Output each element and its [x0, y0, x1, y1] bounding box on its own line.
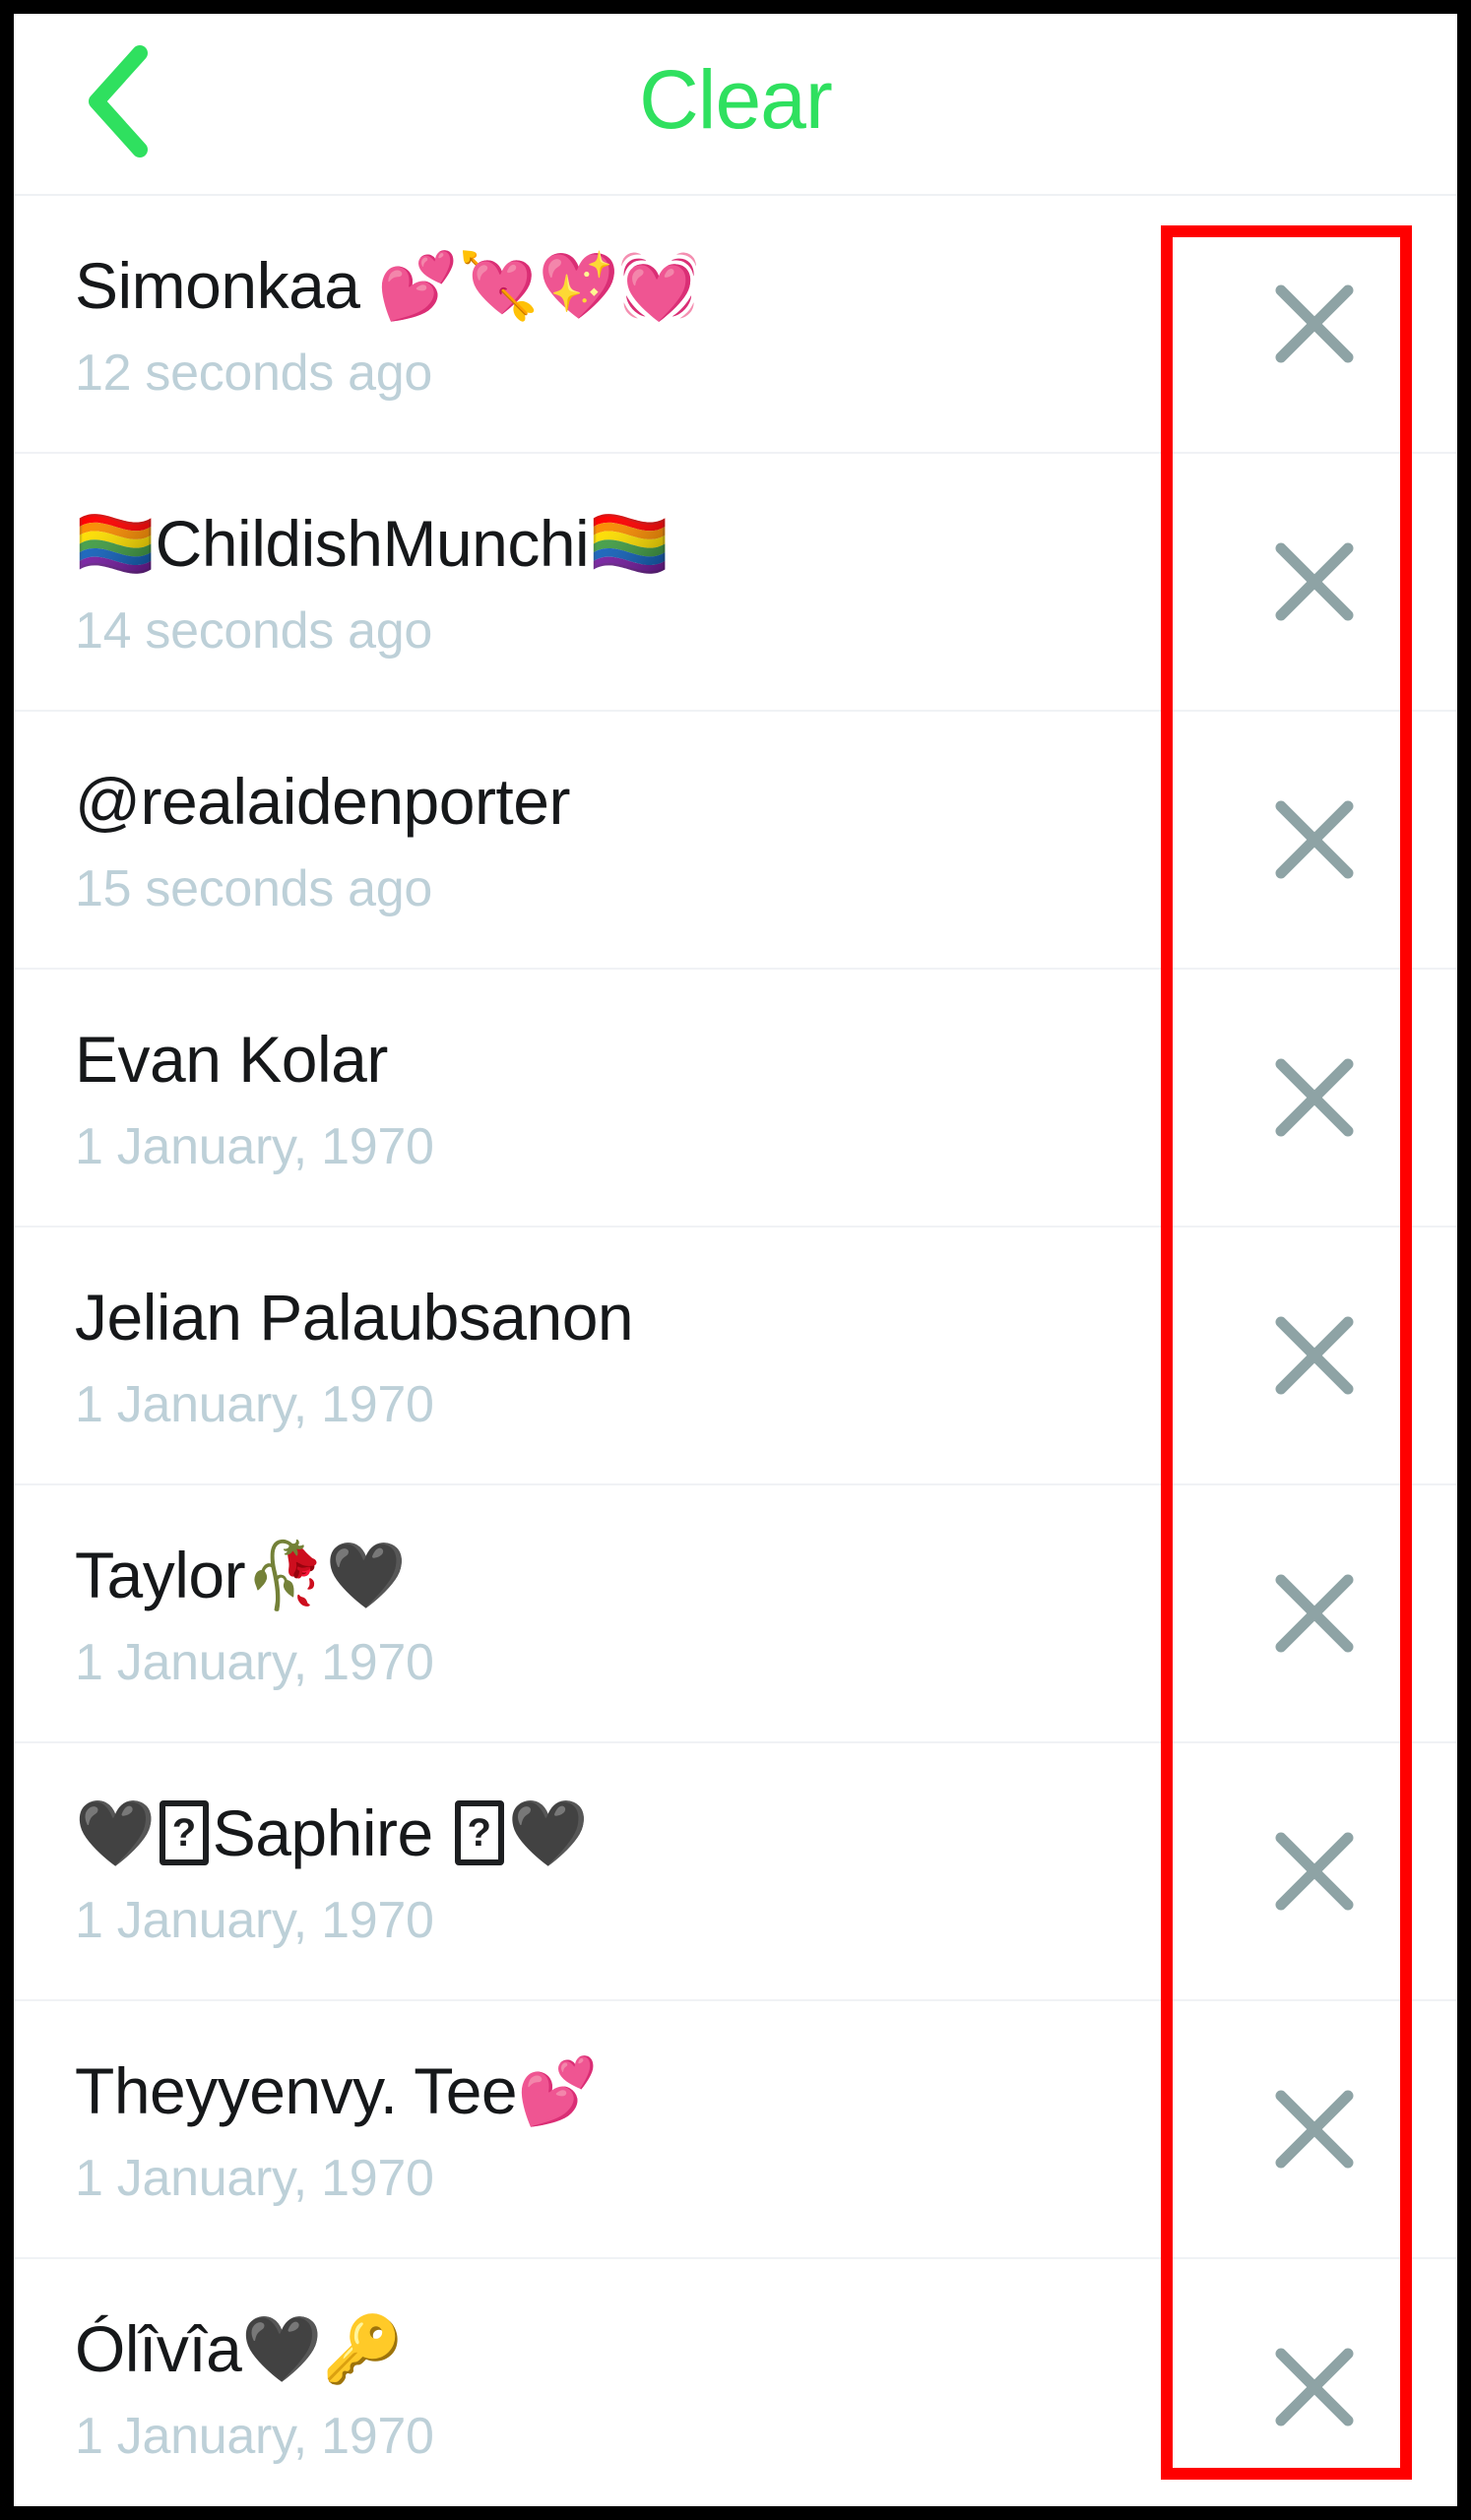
close-x-icon [1269, 2084, 1360, 2174]
list-item-text: Simonkaa 💕💘💖💓 12 seconds ago [14, 244, 1172, 404]
list-item[interactable]: Jelian Palaubsanon 1 January, 1970 [14, 1228, 1457, 1485]
list-item-timestamp: 1 January, 1970 [75, 1634, 434, 1691]
list-item-timestamp: 1 January, 1970 [75, 2408, 434, 2465]
list-item-name: Theyyenvy. Tee💕 [75, 2054, 598, 2127]
list-item-text: Ólîvîa🖤🔑 1 January, 1970 [14, 2307, 1172, 2467]
close-x-icon [1269, 279, 1360, 369]
list-item-text: @realaidenporter 15 seconds ago [14, 760, 1172, 919]
list-item-text: Theyyenvy. Tee💕 1 January, 1970 [14, 2049, 1172, 2209]
clear-button[interactable] [1172, 712, 1457, 968]
clear-button[interactable] [1172, 2001, 1457, 2257]
friend-list: Simonkaa 💕💘💖💓 12 seconds ago 🏳️‍🌈ChildishM… [14, 196, 1457, 2506]
list-item-timestamp: 15 seconds ago [75, 860, 432, 917]
list-item-text: Jelian Palaubsanon 1 January, 1970 [14, 1276, 1172, 1435]
app-screen: Clear Simonkaa 💕💘💖💓 12 seconds ago 🏳️‍🌈Chi… [14, 14, 1457, 2506]
close-x-icon [1269, 1310, 1360, 1401]
list-item-timestamp: 1 January, 1970 [75, 1376, 434, 1433]
unsupported-glyph-icon [159, 1800, 209, 1865]
clear-button[interactable] [1172, 1743, 1457, 1999]
list-item-text: 🏳️‍🌈ChildishMunchi🏳️‍🌈 14 seconds ago [14, 502, 1172, 662]
clear-button[interactable] [1172, 1485, 1457, 1741]
list-item-name: Simonkaa 💕💘💖💓 [75, 249, 700, 322]
list-item[interactable]: Evan Kolar 1 January, 1970 [14, 970, 1457, 1228]
list-item-name: Taylor🥀🖤 [75, 1539, 407, 1611]
list-item-name: Evan Kolar [75, 1023, 388, 1096]
list-item-timestamp: 1 January, 1970 [75, 2150, 434, 2207]
list-item-name: 🖤Saphire 🖤 [75, 1792, 1156, 1874]
close-x-icon [1269, 1052, 1360, 1143]
list-item-text: Taylor🥀🖤 1 January, 1970 [14, 1534, 1172, 1693]
clear-button[interactable] [1172, 454, 1457, 710]
close-x-icon [1269, 1568, 1360, 1659]
page-title: Clear [639, 53, 833, 146]
clear-button[interactable] [1172, 2259, 1457, 2506]
clear-button[interactable] [1172, 970, 1457, 1226]
close-x-icon [1269, 536, 1360, 627]
list-item-name: 🏳️‍🌈ChildishMunchi🏳️‍🌈 [75, 507, 670, 580]
list-item[interactable]: @realaidenporter 15 seconds ago [14, 712, 1457, 970]
list-item-text: 🖤Saphire 🖤 1 January, 1970 [14, 1792, 1172, 1951]
clear-button[interactable] [1172, 1228, 1457, 1483]
list-item[interactable]: Simonkaa 💕💘💖💓 12 seconds ago [14, 196, 1457, 454]
list-item-name: Jelian Palaubsanon [75, 1281, 634, 1354]
list-item[interactable]: 🏳️‍🌈ChildishMunchi🏳️‍🌈 14 seconds ago [14, 454, 1457, 712]
clear-button[interactable] [1172, 196, 1457, 452]
list-item-name: @realaidenporter [75, 765, 570, 838]
list-item[interactable]: Ólîvîa🖤🔑 1 January, 1970 [14, 2259, 1457, 2506]
list-item[interactable]: Theyyenvy. Tee💕 1 January, 1970 [14, 2001, 1457, 2259]
phone-frame: Clear Simonkaa 💕💘💖💓 12 seconds ago 🏳️‍🌈Chi… [0, 0, 1471, 2520]
list-item-text: Evan Kolar 1 January, 1970 [14, 1018, 1172, 1177]
list-item-timestamp: 12 seconds ago [75, 345, 432, 402]
list-item-timestamp: 14 seconds ago [75, 602, 432, 660]
close-x-icon [1269, 2342, 1360, 2432]
close-x-icon [1269, 794, 1360, 885]
list-item[interactable]: Taylor🥀🖤 1 January, 1970 [14, 1485, 1457, 1743]
list-item-timestamp: 1 January, 1970 [75, 1118, 434, 1175]
list-item-name: Ólîvîa🖤🔑 [75, 2312, 403, 2385]
list-item-timestamp: 1 January, 1970 [75, 1892, 434, 1949]
unsupported-glyph-icon [454, 1800, 504, 1865]
close-x-icon [1269, 1826, 1360, 1917]
list-item[interactable]: 🖤Saphire 🖤 1 January, 1970 [14, 1743, 1457, 2001]
navigation-bar: Clear [14, 14, 1457, 196]
